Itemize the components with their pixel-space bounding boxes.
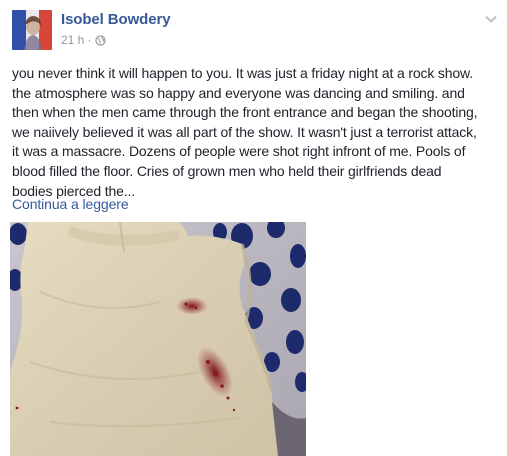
post-text-line: you never think it will happen to you. I…	[12, 65, 473, 81]
post-text-line: it was a massacre. Dozens of people were…	[12, 143, 466, 160]
meta-separator: ·	[87, 33, 92, 47]
post-text: you never think it will happen to you. I…	[12, 64, 502, 201]
post-meta: 21 h ·	[61, 33, 107, 47]
post-text-line: then when the men came through the front…	[12, 104, 478, 121]
post-text-line: the atmosphere was so happy and everyone…	[12, 84, 465, 101]
chevron-down-icon[interactable]	[484, 12, 498, 26]
timestamp[interactable]: 21 h	[61, 33, 84, 47]
avatar[interactable]	[12, 10, 52, 50]
globe-icon[interactable]	[95, 34, 107, 46]
facebook-post: Isobel Bowdery 21 h · you never think it…	[0, 0, 507, 456]
post-photo[interactable]	[10, 222, 306, 456]
author-name[interactable]: Isobel Bowdery	[61, 11, 171, 28]
post-text-line: we naiively believed it was all part of …	[12, 123, 477, 140]
post-text-line: blood filled the floor. Cries of grown m…	[12, 162, 442, 179]
read-more-link[interactable]: Continua a leggere	[12, 196, 129, 212]
